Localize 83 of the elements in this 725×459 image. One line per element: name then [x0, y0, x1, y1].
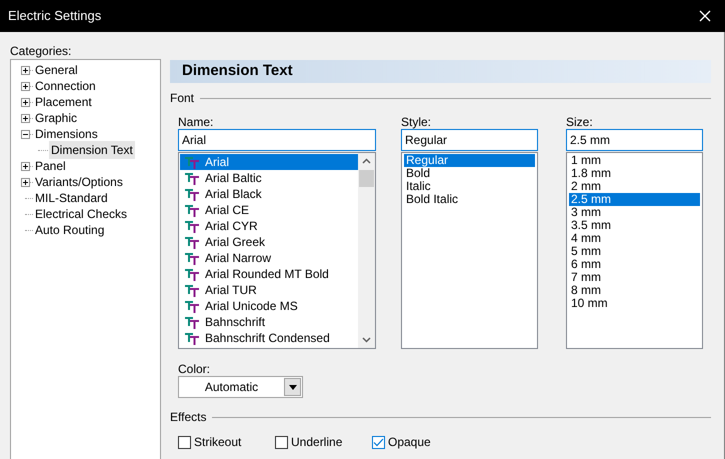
tree-item[interactable]: Placement	[34, 93, 93, 111]
close-icon	[699, 10, 711, 22]
checkbox-label[interactable]: Underline	[291, 433, 342, 451]
size-list-item[interactable]: 4 mm	[569, 232, 700, 245]
truetype-icon	[185, 188, 199, 200]
font-list-item[interactable]: Arial Rounded MT Bold	[180, 266, 358, 282]
name-field[interactable]: Arial	[178, 129, 376, 151]
expand-icon[interactable]	[21, 82, 30, 90]
scroll-thumb[interactable]	[359, 170, 374, 187]
font-list-item[interactable]: Arial Narrow	[180, 250, 358, 266]
size-list-item[interactable]: 3.5 mm	[569, 219, 700, 232]
truetype-icon	[185, 172, 199, 184]
group-label: Effects	[170, 409, 206, 426]
color-dropdown[interactable]: Automatic	[178, 376, 303, 398]
expand-icon[interactable]	[21, 114, 30, 122]
font-list-item[interactable]: Arial Unicode MS	[180, 298, 358, 314]
font-list-item[interactable]: Arial Greek	[180, 234, 358, 250]
field-label: Size:	[566, 114, 594, 129]
expand-icon[interactable]	[21, 178, 30, 186]
style-field[interactable]: Regular	[401, 129, 538, 151]
font-list-item[interactable]: Bahnschrift	[180, 314, 358, 330]
expand-icon[interactable]	[21, 162, 30, 170]
checkbox-label[interactable]: Strikeout	[194, 433, 242, 451]
size-list-item[interactable]: 1.8 mm	[569, 167, 700, 180]
size-list-item[interactable]: 1 mm	[569, 154, 700, 167]
truetype-icon	[185, 220, 199, 232]
style-list-item[interactable]: Italic	[404, 180, 535, 193]
font-list-item[interactable]: Arial Black	[180, 186, 358, 202]
tree-item[interactable]: Connection	[34, 77, 97, 95]
size-list-item[interactable]: 5 mm	[569, 245, 700, 258]
expand-icon[interactable]	[21, 66, 30, 74]
tree-item[interactable]: Variants/Options	[34, 173, 124, 191]
tree-item[interactable]: General	[34, 61, 79, 79]
truetype-icon	[185, 156, 199, 168]
size-list-item[interactable]: 2.5 mm	[569, 193, 700, 206]
expand-icon[interactable]	[21, 98, 30, 106]
style-list-item[interactable]: Regular	[404, 154, 535, 167]
tree-item[interactable]: Panel	[34, 157, 67, 175]
checkbox-label[interactable]: Opaque	[388, 433, 431, 451]
truetype-icon	[185, 204, 199, 216]
scroll-down-icon[interactable]	[362, 337, 371, 343]
truetype-icon	[185, 252, 199, 264]
font-list-item[interactable]: Arial Baltic	[180, 170, 358, 186]
tree-item[interactable]: Dimension Text	[49, 141, 135, 159]
style-list-item[interactable]: Bold	[404, 167, 535, 180]
size-list-item[interactable]: 7 mm	[569, 271, 700, 284]
field-label: Style:	[401, 114, 432, 129]
checkbox[interactable]	[275, 436, 288, 448]
tree-item[interactable]: Graphic	[34, 109, 78, 127]
size-list-item[interactable]: 10 mm	[569, 297, 700, 310]
size-list-item[interactable]: 6 mm	[569, 258, 700, 271]
truetype-icon	[185, 236, 199, 248]
size-field[interactable]: 2.5 mm	[566, 129, 703, 151]
tree-item[interactable]: Auto Routing	[34, 221, 106, 239]
field-label: Name:	[178, 114, 214, 129]
categories-label: Categories:	[10, 43, 72, 59]
group-label: Font	[170, 90, 194, 107]
checkbox[interactable]	[178, 436, 191, 448]
font-list-item[interactable]: Arial CE	[180, 202, 358, 218]
tree-item[interactable]: Dimensions	[34, 125, 99, 143]
scroll-up-icon[interactable]	[362, 158, 371, 164]
font-list-item[interactable]: Bahnschrift Condensed	[180, 330, 358, 346]
truetype-icon	[185, 316, 199, 328]
size-list-item[interactable]: 2 mm	[569, 180, 700, 193]
size-list-item[interactable]: 8 mm	[569, 284, 700, 297]
truetype-icon	[185, 268, 199, 280]
collapse-icon[interactable]	[21, 130, 30, 138]
panel-header: Dimension Text	[170, 60, 711, 83]
truetype-icon	[185, 284, 199, 296]
font-list-item[interactable]: Arial CYR	[180, 218, 358, 234]
window-title: Electric Settings	[8, 7, 102, 26]
checkbox[interactable]	[372, 436, 385, 448]
caret-icon	[288, 384, 296, 390]
truetype-icon	[185, 332, 199, 344]
truetype-icon	[185, 300, 199, 312]
scrollbar[interactable]	[358, 153, 375, 348]
tree-item[interactable]: MIL-Standard	[34, 189, 109, 207]
font-list-item[interactable]: Arial TUR	[180, 282, 358, 298]
tree-item[interactable]: Electrical Checks	[34, 205, 128, 223]
font-list-item[interactable]: Arial	[180, 154, 358, 170]
style-list-item[interactable]: Bold Italic	[404, 193, 535, 206]
field-label: Color:	[178, 361, 212, 376]
size-list-item[interactable]: 3 mm	[569, 206, 700, 219]
